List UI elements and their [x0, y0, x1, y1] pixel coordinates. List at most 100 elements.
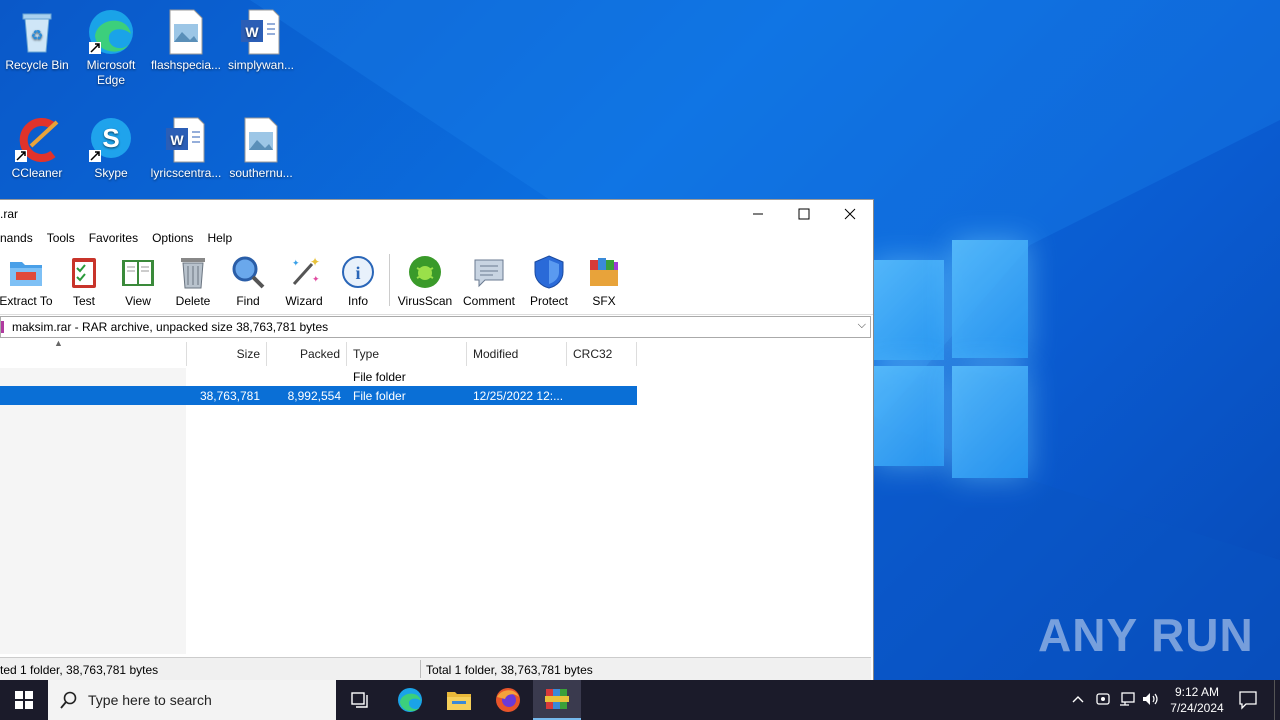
address-bar[interactable]: maksim.rar - RAR archive, unpacked size …	[0, 316, 871, 338]
title-bar[interactable]: .rar	[0, 200, 873, 228]
menu-bar: nands Tools Favorites Options Help	[0, 228, 873, 248]
svg-text:✦: ✦	[312, 274, 320, 284]
cell-modified: 12/25/2022 12:...	[473, 389, 564, 403]
desktop-icon-microsoft-edge[interactable]: Microsoft Edge	[74, 8, 148, 88]
skype-icon: S	[87, 116, 135, 164]
menu-favorites[interactable]: Favorites	[82, 231, 145, 245]
desktop-icon-ccleaner[interactable]: CCleaner	[0, 116, 74, 181]
tool-label: SFX	[592, 294, 616, 308]
magnifier-icon	[230, 254, 266, 290]
maximize-button[interactable]	[781, 200, 827, 228]
folder-icon	[447, 692, 471, 710]
desktop-icon-recycle-bin[interactable]: ♻ Recycle Bin	[0, 8, 74, 73]
comment-icon	[471, 254, 507, 290]
tool-label: Delete	[175, 294, 211, 308]
menu-help[interactable]: Help	[200, 231, 239, 245]
trash-icon	[175, 254, 211, 290]
archive-icon	[1, 321, 4, 333]
name-column-area	[0, 368, 186, 654]
comment-button[interactable]: Comment	[461, 252, 517, 308]
start-button[interactable]	[0, 680, 48, 720]
menu-commands[interactable]: nands	[0, 231, 40, 245]
taskbar-winrar[interactable]	[533, 680, 581, 720]
close-button[interactable]	[827, 200, 873, 228]
protect-button[interactable]: Protect	[521, 252, 577, 308]
desktop-icon-flashspecial[interactable]: flashspecia...	[149, 8, 223, 73]
menu-options[interactable]: Options	[145, 231, 200, 245]
show-desktop-button[interactable]	[1274, 680, 1280, 720]
table-row-selected[interactable]: 38,763,781 8,992,554 File folder 12/25/2…	[0, 386, 637, 405]
column-header-crc32[interactable]: CRC32	[567, 342, 637, 366]
speaker-icon	[1143, 693, 1158, 705]
cell-type: File folder	[353, 389, 406, 403]
taskbar-file-explorer[interactable]	[435, 680, 483, 720]
word-document-icon: W	[237, 8, 285, 56]
svg-text:W: W	[170, 132, 184, 148]
network-button[interactable]	[1119, 691, 1135, 710]
desktop-icon-skype[interactable]: S Skype	[74, 116, 148, 181]
notification-icon	[1239, 691, 1257, 710]
task-view-icon	[351, 692, 368, 708]
sfx-button[interactable]: SFX	[576, 252, 632, 308]
delete-button[interactable]: Delete	[165, 252, 221, 308]
tray-app-icon[interactable]	[1095, 691, 1111, 710]
sfx-box-icon	[586, 254, 622, 290]
menu-tools[interactable]: Tools	[40, 231, 82, 245]
view-button[interactable]: View	[110, 252, 166, 308]
minimize-button[interactable]	[735, 200, 781, 228]
tool-label: Extract To	[0, 294, 53, 308]
column-header-packed[interactable]: Packed	[267, 342, 347, 366]
info-button[interactable]: i Info	[330, 252, 386, 308]
chevron-up-icon	[1072, 696, 1084, 703]
desktop-icon-lyricscentral[interactable]: W lyricscentra...	[149, 116, 223, 181]
find-button[interactable]: Find	[220, 252, 276, 308]
column-header-type[interactable]: Type	[347, 342, 467, 366]
bug-shield-icon	[407, 254, 443, 290]
search-placeholder: Type here to search	[88, 692, 212, 708]
table-row[interactable]: File folder	[0, 367, 637, 386]
volume-button[interactable]	[1142, 691, 1160, 710]
windows-logo-wallpaper	[872, 240, 1032, 480]
firefox-icon	[496, 688, 520, 712]
test-button[interactable]: Test	[56, 252, 112, 308]
virusscan-button[interactable]: VirusScan	[397, 252, 453, 308]
column-header-name[interactable]: ▲	[0, 338, 187, 366]
wizard-button[interactable]: ✦ ✦ ✦ Wizard	[276, 252, 332, 308]
cell-packed: 8,992,554	[287, 389, 341, 403]
window-title: .rar	[0, 207, 18, 221]
column-header-modified[interactable]: Modified	[467, 342, 567, 366]
svg-text:♻: ♻	[31, 27, 44, 43]
search-icon	[60, 691, 77, 709]
svg-text:i: i	[355, 263, 360, 283]
edge-icon	[398, 688, 422, 712]
taskbar-firefox[interactable]	[484, 680, 532, 720]
tool-label: Test	[72, 294, 95, 308]
clipboard-check-icon	[66, 254, 102, 290]
status-divider	[420, 660, 421, 678]
ccleaner-icon	[13, 116, 61, 164]
column-header-size[interactable]: Size	[187, 342, 267, 366]
info-icon: i	[340, 254, 376, 290]
svg-text:✦: ✦	[310, 255, 320, 269]
taskbar-edge[interactable]	[386, 680, 434, 720]
desktop-icon-simplywan[interactable]: W simplywan...	[224, 8, 298, 73]
desktop-icon-label: lyricscentra...	[150, 166, 222, 180]
taskbar: Type here to search 9:12 AM 7/24/2024	[0, 680, 1280, 720]
action-center-button[interactable]	[1238, 690, 1258, 713]
desktop-icon-southernu[interactable]: southernu...	[224, 116, 298, 181]
chevron-down-icon[interactable]: ⌵	[858, 319, 866, 332]
show-hidden-icons-button[interactable]	[1071, 692, 1085, 709]
extract-to-button[interactable]: Extract To	[0, 252, 54, 308]
device-icon	[1096, 693, 1110, 705]
recycle-bin-icon: ♻	[13, 8, 61, 56]
sort-up-icon: ▲	[54, 338, 63, 348]
book-icon	[120, 254, 156, 290]
anyrun-watermark: ANY RUN	[1038, 609, 1254, 661]
clock[interactable]: 9:12 AM 7/24/2024	[1164, 684, 1230, 716]
task-view-button[interactable]	[336, 680, 384, 720]
taskbar-search-box[interactable]: Type here to search	[48, 680, 336, 720]
address-text: maksim.rar - RAR archive, unpacked size …	[12, 320, 329, 334]
tool-label: Find	[236, 294, 260, 308]
edge-icon	[87, 8, 135, 56]
image-file-icon	[237, 116, 285, 164]
